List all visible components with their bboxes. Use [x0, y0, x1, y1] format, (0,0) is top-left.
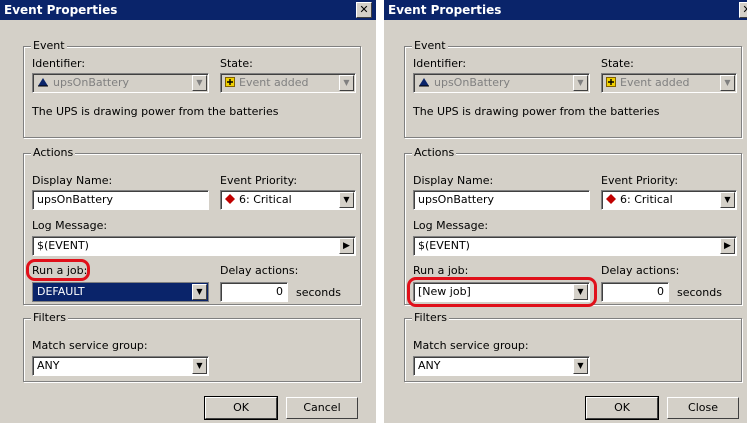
state-value: Event added [239, 76, 309, 89]
identifier-combo: upsOnBattery ▼ [413, 73, 590, 93]
filters-group-title: Filters [412, 311, 449, 324]
run-job-value: [New job] [418, 285, 471, 298]
log-message-label: Log Message: [32, 219, 108, 232]
identifier-value: upsOnBattery [434, 76, 511, 89]
event-priority-label: Event Priority: [601, 174, 679, 187]
match-service-group-select[interactable]: ANY ▼ [413, 356, 590, 376]
identifier-combo: upsOnBattery ▼ [32, 73, 209, 93]
log-message-input[interactable]: $(EVENT) ▶ [32, 236, 356, 256]
filters-group-title: Filters [31, 311, 68, 324]
cancel-button[interactable]: Cancel [286, 397, 358, 419]
dialog-title: Event Properties [4, 3, 118, 17]
ok-button[interactable]: OK [204, 396, 278, 420]
critical-icon [225, 193, 235, 207]
delay-actions-input[interactable]: 0 [220, 282, 288, 302]
delay-actions-value: 0 [657, 285, 664, 298]
close-button[interactable]: Close [667, 397, 739, 419]
delay-actions-label: Delay actions: [220, 264, 299, 277]
event-priority-value: 6: Critical [239, 193, 292, 206]
chevron-down-icon[interactable]: ▼ [192, 358, 207, 374]
chevron-down-icon[interactable]: ▼ [573, 358, 588, 374]
event-priority-label: Event Priority: [220, 174, 298, 187]
identifier-value: upsOnBattery [53, 76, 130, 89]
event-description: The UPS is drawing power from the batter… [413, 105, 660, 118]
event-priority-select[interactable]: 6: Critical ▼ [220, 190, 356, 210]
title-bar: Event Properties ✕ [384, 0, 747, 20]
display-name-value: upsOnBattery [418, 193, 495, 206]
chevron-down-icon[interactable]: ▼ [339, 192, 354, 208]
chevron-down-icon[interactable]: ▼ [192, 284, 207, 300]
display-name-value: upsOnBattery [37, 193, 114, 206]
dialog-title: Event Properties [388, 3, 502, 17]
event-icon [37, 77, 49, 90]
identifier-label: Identifier: [32, 57, 86, 70]
log-message-value: $(EVENT) [418, 239, 470, 252]
actions-group-title: Actions [31, 146, 76, 159]
close-icon[interactable]: ✕ [739, 2, 747, 18]
run-job-label: Run a job: [413, 264, 469, 277]
display-name-label: Display Name: [32, 174, 113, 187]
state-value: Event added [620, 76, 690, 89]
run-job-label: Run a job: [32, 264, 88, 277]
actions-group-title: Actions [412, 146, 457, 159]
state-combo: Event added ▼ [220, 73, 356, 93]
run-job-select[interactable]: [New job] ▼ [413, 282, 590, 302]
state-combo: Event added ▼ [601, 73, 737, 93]
event-properties-dialog-left: Event Properties ✕ Event Identifier: ups… [0, 0, 376, 423]
event-group-title: Event [412, 39, 448, 52]
event-properties-dialog-right: Event Properties ✕ Event Identifier: ups… [384, 0, 747, 423]
title-bar: Event Properties ✕ [0, 0, 376, 20]
chevron-down-icon: ▼ [339, 75, 354, 91]
state-label: State: [601, 57, 634, 70]
display-name-label: Display Name: [413, 174, 494, 187]
event-description: The UPS is drawing power from the batter… [32, 105, 279, 118]
event-icon [418, 77, 430, 90]
match-service-group-value: ANY [418, 359, 441, 372]
match-service-group-select[interactable]: ANY ▼ [32, 356, 209, 376]
state-label: State: [220, 57, 253, 70]
log-message-value: $(EVENT) [37, 239, 89, 252]
chevron-right-icon[interactable]: ▶ [339, 238, 354, 254]
state-icon [225, 76, 235, 90]
seconds-label: seconds [677, 286, 722, 299]
delay-actions-label: Delay actions: [601, 264, 680, 277]
chevron-down-icon: ▼ [192, 75, 207, 91]
event-priority-select[interactable]: 6: Critical ▼ [601, 190, 737, 210]
critical-icon [606, 193, 616, 207]
delay-actions-input[interactable]: 0 [601, 282, 669, 302]
match-service-group-label: Match service group: [32, 339, 148, 352]
event-priority-value: 6: Critical [620, 193, 673, 206]
event-group-title: Event [31, 39, 67, 52]
seconds-label: seconds [296, 286, 341, 299]
display-name-input[interactable]: upsOnBattery [413, 190, 590, 210]
close-icon[interactable]: ✕ [356, 2, 372, 18]
log-message-input[interactable]: $(EVENT) ▶ [413, 236, 737, 256]
match-service-group-label: Match service group: [413, 339, 529, 352]
chevron-down-icon[interactable]: ▼ [573, 284, 588, 300]
chevron-down-icon: ▼ [720, 75, 735, 91]
chevron-down-icon: ▼ [573, 75, 588, 91]
state-icon [606, 76, 616, 90]
ok-button[interactable]: OK [585, 396, 659, 420]
run-job-select[interactable]: DEFAULT ▼ [32, 282, 209, 302]
log-message-label: Log Message: [413, 219, 489, 232]
run-job-value: DEFAULT [37, 285, 85, 298]
chevron-down-icon[interactable]: ▼ [720, 192, 735, 208]
match-service-group-value: ANY [37, 359, 60, 372]
chevron-right-icon[interactable]: ▶ [720, 238, 735, 254]
identifier-label: Identifier: [413, 57, 467, 70]
delay-actions-value: 0 [276, 285, 283, 298]
display-name-input[interactable]: upsOnBattery [32, 190, 209, 210]
